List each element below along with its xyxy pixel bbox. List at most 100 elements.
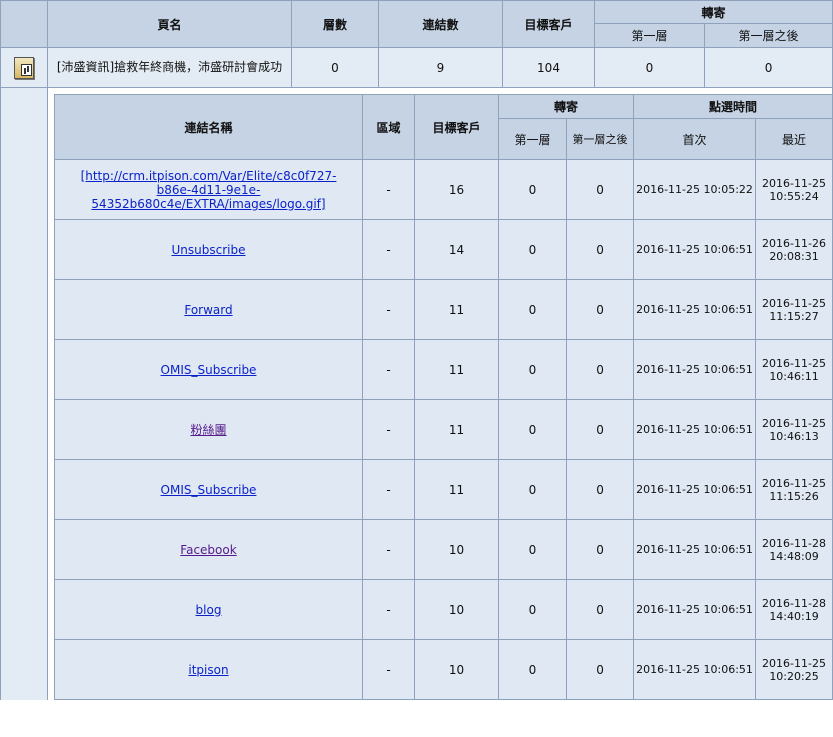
- link-name-cell[interactable]: blog: [54, 579, 363, 640]
- links-panel: 連結名稱 區域 目標客戶 轉寄 點選時間 第一層 第一層之後 首次 最近 [ht…: [46, 87, 833, 700]
- table-row: OMIS_Subscribe -11 0 0 2016-11-25 10:06:51 20…: [54, 459, 833, 520]
- link-name[interactable]: itpison: [188, 663, 228, 677]
- table-row: itpison -10 0 0 2016-11-25 10:06:51 2016-11-2…: [54, 639, 833, 700]
- link-name-cell[interactable]: Facebook: [54, 519, 363, 580]
- header-link-forward: 轉寄: [497, 94, 635, 119]
- region-cell: -: [362, 339, 415, 400]
- first-level-cell: 0: [498, 399, 567, 460]
- first-time-cell: 2016-11-25 10:06:51: [633, 219, 757, 280]
- latest-time-cell: 2016-11-28 14:40:19: [755, 579, 833, 640]
- first-level-cell: 0: [498, 159, 567, 220]
- page-icon-cell[interactable]: [0, 47, 48, 88]
- targets-cell: 10: [414, 579, 499, 640]
- after-first-cell: 0: [565, 579, 635, 640]
- link-name[interactable]: Facebook: [180, 543, 236, 557]
- region-cell: -: [362, 219, 415, 280]
- targets-cell: 16: [414, 159, 499, 220]
- targets-cell: 10: [414, 639, 499, 700]
- after-first-cell: 0: [565, 219, 635, 280]
- link-name-cell[interactable]: Forward: [54, 279, 363, 340]
- table-row: [http://crm.itpison.com/Var/Elite/c8c0f7…: [54, 159, 833, 220]
- after-first-cell: 0: [565, 519, 635, 580]
- link-name[interactable]: Unsubscribe: [172, 243, 246, 257]
- targets-cell: 11: [414, 399, 499, 460]
- header-link-after-first: 第一層之後: [565, 118, 635, 160]
- targets-cell: 14: [414, 219, 499, 280]
- first-time-cell: 2016-11-25 10:06:51: [633, 639, 757, 700]
- link-name[interactable]: OMIS_Subscribe: [161, 363, 257, 377]
- region-cell: -: [362, 579, 415, 640]
- summary-icon-header: [0, 0, 48, 48]
- link-name-cell[interactable]: Unsubscribe: [54, 219, 363, 280]
- link-rows: [http://crm.itpison.com/Var/Elite/c8c0f7…: [54, 159, 833, 700]
- first-time-cell: 2016-11-25 10:06:51: [633, 579, 757, 640]
- region-cell: -: [362, 279, 415, 340]
- first-level-cell: 0: [498, 219, 567, 280]
- link-name[interactable]: OMIS_Subscribe: [161, 483, 257, 497]
- after-first-cell: 0: [565, 339, 635, 400]
- header-link-targets: 目標客戶: [414, 94, 499, 160]
- targets-cell: 11: [414, 279, 499, 340]
- link-name-cell[interactable]: OMIS_Subscribe: [54, 339, 363, 400]
- after-first-cell: 0: [565, 399, 635, 460]
- targets-cell: 11: [414, 339, 499, 400]
- header-targets: 目標客戶: [502, 0, 595, 48]
- link-name-cell[interactable]: itpison: [54, 639, 363, 700]
- latest-time-cell: 2016-11-25 10:46:11: [755, 339, 833, 400]
- table-row: OMIS_Subscribe -11 0 0 2016-11-25 10:06:51 20…: [54, 339, 833, 400]
- summary-levels: 0: [291, 47, 379, 88]
- header-first-level: 第一層: [594, 23, 705, 48]
- header-latest-time: 最近: [755, 118, 833, 160]
- links-table: 連結名稱 區域 目標客戶 轉寄 點選時間 第一層 第一層之後 首次 最近 [ht…: [54, 94, 833, 700]
- summary-table: 頁名 層數 連結數 目標客戶 轉寄 第一層 第一層之後 [沛盛資訊]搶救年終商機…: [0, 0, 833, 700]
- table-row: blog -10 0 0 2016-11-25 10:06:51 2016-11-28 1…: [54, 579, 833, 640]
- first-level-cell: 0: [498, 459, 567, 520]
- after-first-cell: 0: [565, 459, 635, 520]
- region-cell: -: [362, 639, 415, 700]
- link-name[interactable]: Forward: [184, 303, 232, 317]
- table-row: 粉絲團 -11 0 0 2016-11-25 10:06:51 2016-11-25 10…: [54, 399, 833, 460]
- latest-time-cell: 2016-11-25 10:20:25: [755, 639, 833, 700]
- latest-time-cell: 2016-11-25 11:15:26: [755, 459, 833, 520]
- header-link-name: 連結名稱: [54, 94, 363, 160]
- after-first-cell: 0: [565, 279, 635, 340]
- first-time-cell: 2016-11-25 10:06:51: [633, 459, 757, 520]
- header-first-time: 首次: [633, 118, 757, 160]
- region-cell: -: [362, 159, 415, 220]
- header-after-first: 第一層之後: [703, 23, 833, 48]
- indent-cell: [0, 87, 48, 700]
- link-name[interactable]: blog: [196, 603, 222, 617]
- latest-time-cell: 2016-11-25 10:55:24: [755, 159, 833, 220]
- link-name[interactable]: [http://crm.itpison.com/Var/Elite/c8c0f7…: [81, 169, 337, 211]
- region-cell: -: [362, 519, 415, 580]
- summary-first-level: 0: [594, 47, 705, 88]
- summary-targets: 104: [502, 47, 595, 88]
- link-name-cell[interactable]: OMIS_Subscribe: [54, 459, 363, 520]
- header-links: 連結數: [378, 0, 503, 48]
- header-levels: 層數: [291, 0, 379, 48]
- first-time-cell: 2016-11-25 10:06:51: [633, 519, 757, 580]
- region-cell: -: [362, 459, 415, 520]
- link-name[interactable]: 粉絲團: [190, 423, 226, 437]
- first-level-cell: 0: [498, 579, 567, 640]
- table-row: Forward -11 0 0 2016-11-25 10:06:51 2016-11-2…: [54, 279, 833, 340]
- targets-cell: 10: [414, 519, 499, 580]
- after-first-cell: 0: [565, 639, 635, 700]
- link-name-cell[interactable]: [http://crm.itpison.com/Var/Elite/c8c0f7…: [54, 159, 363, 220]
- chart-document-icon[interactable]: [14, 56, 34, 79]
- first-level-cell: 0: [498, 639, 567, 700]
- header-link-first-level: 第一層: [498, 118, 567, 160]
- latest-time-cell: 2016-11-25 10:46:13: [755, 399, 833, 460]
- region-cell: -: [362, 399, 415, 460]
- first-time-cell: 2016-11-25 10:05:22: [633, 159, 757, 220]
- first-level-cell: 0: [498, 519, 567, 580]
- after-first-cell: 0: [565, 159, 635, 220]
- targets-cell: 11: [414, 459, 499, 520]
- latest-time-cell: 2016-11-28 14:48:09: [755, 519, 833, 580]
- summary-page-name: [沛盛資訊]搶救年終商機，沛盛研討會成功: [47, 47, 292, 88]
- page-root: 頁名 層數 連結數 目標客戶 轉寄 第一層 第一層之後 [沛盛資訊]搶救年終商機…: [0, 0, 833, 737]
- header-forward: 轉寄: [593, 0, 833, 24]
- latest-time-cell: 2016-11-26 20:08:31: [755, 219, 833, 280]
- link-name-cell[interactable]: 粉絲團: [54, 399, 363, 460]
- header-region: 區域: [362, 94, 415, 160]
